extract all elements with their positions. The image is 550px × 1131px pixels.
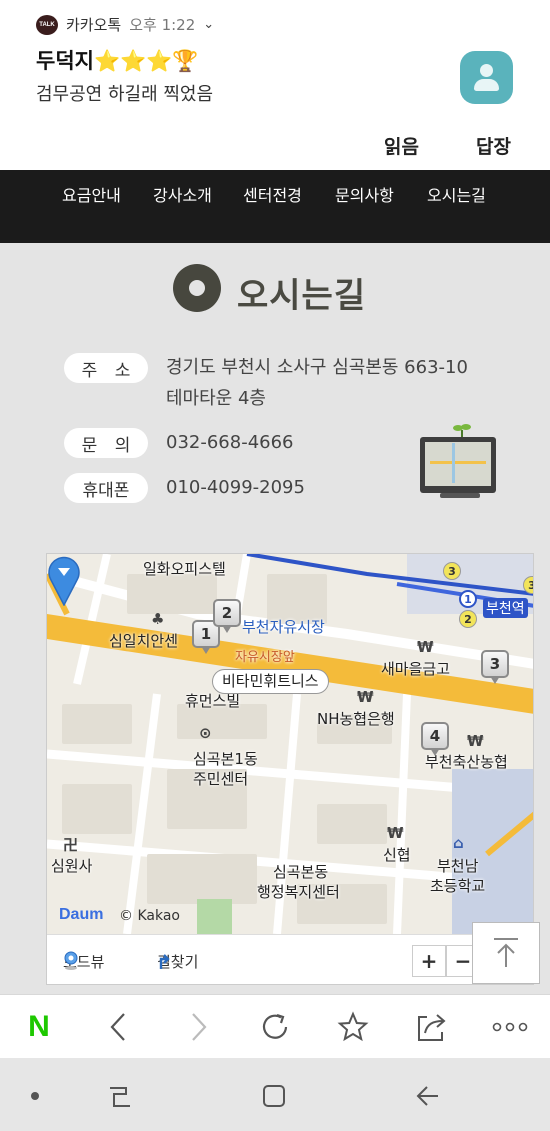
bank-icon: ₩ <box>467 732 484 750</box>
browser-toolbar: N <box>0 994 550 1058</box>
label-station: 부천역 <box>483 598 528 618</box>
back-arrow-icon <box>416 1086 438 1106</box>
map-marker-2[interactable]: 2 <box>213 599 241 633</box>
section-title: 오시는길 <box>237 276 367 316</box>
roadview-icon <box>64 951 78 970</box>
label-admin-1: 심곡본동 <box>273 863 329 881</box>
app-name: 카카오톡 <box>66 16 122 34</box>
roadview-button[interactable]: 로드뷰 <box>63 951 104 972</box>
inquiry-phone[interactable]: 032-668-4666 <box>166 428 294 458</box>
bank-icon: ₩ <box>387 824 404 842</box>
home-button[interactable] <box>254 1078 294 1114</box>
naver-logo: N <box>28 1010 50 1043</box>
arrow-up-icon <box>494 938 518 967</box>
nav-pricing[interactable]: 요금안내 <box>62 182 121 206</box>
bank-icon: ₩ <box>357 688 374 706</box>
dot-icon <box>31 1092 39 1100</box>
kakaotalk-notification[interactable]: TALK 카카오톡 오후 1:22 ⌄ 두덕지⭐⭐⭐🏆 검무공연 하길래 찍었음… <box>0 0 550 170</box>
bank-icon: ₩ <box>417 638 434 656</box>
system-back-button[interactable] <box>408 1078 448 1114</box>
scroll-to-top-button[interactable] <box>472 922 540 984</box>
location-callout[interactable]: 비타민휘트니스 <box>212 669 329 694</box>
label-nh-bank: NH농협은행 <box>317 710 395 728</box>
section-circle-icon <box>173 264 221 312</box>
nav-inquiry[interactable]: 문의사항 <box>335 182 394 206</box>
label-admin-2: 행정복지센터 <box>257 883 340 901</box>
bookmark-button[interactable] <box>333 1007 373 1047</box>
nav-dot-button[interactable] <box>15 1078 55 1114</box>
school-icon: ⌂ <box>453 834 464 852</box>
police-icon: ♣ <box>151 610 165 628</box>
notification-title: 두덕지⭐⭐⭐🏆 <box>36 49 199 73</box>
address-line2: 테마타운 4층 <box>166 388 266 409</box>
notification-time: 오후 1:22 <box>129 16 196 34</box>
map-marker-3[interactable]: 3 <box>481 650 509 684</box>
public-office-icon: ⊙ <box>199 724 212 742</box>
recents-button[interactable] <box>100 1078 140 1114</box>
kakaotalk-icon: TALK <box>36 14 58 35</box>
label-dong-center-1: 심곡본1동 <box>193 750 258 768</box>
sender-avatar <box>460 51 513 104</box>
monitor-stand <box>440 493 480 498</box>
reload-icon <box>262 1013 288 1039</box>
subway-exit-icon: 2 <box>459 610 477 628</box>
address-label: 주 소 <box>64 353 148 383</box>
label-shinhyup: 신협 <box>383 846 411 864</box>
subway-line-icon: 1 <box>459 590 477 608</box>
label-dong-center-2: 주민센터 <box>193 770 249 788</box>
label-saemaul: 새마을금고 <box>381 660 451 678</box>
nav-center-view[interactable]: 센터전경 <box>243 182 302 206</box>
share-icon <box>418 1014 446 1041</box>
naver-home-button[interactable]: N <box>19 1007 59 1047</box>
chevron-right-icon <box>192 1013 207 1041</box>
home-icon <box>263 1085 285 1107</box>
directions-button[interactable]: 길찾기 <box>157 951 198 972</box>
map-marker-4[interactable]: 4 <box>421 722 449 756</box>
label-temple: 심원사 <box>51 857 93 875</box>
mark-read-button[interactable]: 읽음 <box>384 132 419 159</box>
map-toolbar: 로드뷰 길찾기 + − <box>47 934 533 984</box>
mobile-label: 휴대폰 <box>64 473 148 503</box>
nav-instructors[interactable]: 강사소개 <box>153 182 212 206</box>
expand-chevron-icon[interactable]: ⌄ <box>203 17 214 32</box>
more-menu-button[interactable] <box>490 1007 530 1047</box>
directions-icon <box>159 954 170 969</box>
subway-exit-icon: 3 <box>443 562 461 580</box>
map-monitor-illustration <box>420 437 496 493</box>
inquiry-label: 문 의 <box>64 428 148 458</box>
reload-button[interactable] <box>255 1007 295 1047</box>
star-icon <box>337 1011 369 1042</box>
address-line1: 경기도 부천시 소사구 심곡본동 663-10 <box>166 357 468 378</box>
label-school-2: 초등학교 <box>430 877 486 895</box>
kakao-copyright: © Kakao <box>119 908 180 924</box>
zoom-in-button[interactable]: + <box>412 945 446 977</box>
label-school-1: 부천남 <box>437 857 479 875</box>
kakao-map[interactable]: 일화오피스텔 부천자유시장 자유시장앞 심일치안센 새마을금고 휴먼스빌 NH농… <box>46 553 534 985</box>
label-market-front: 자유시장앞 <box>235 650 295 665</box>
subway-exit-icon: 3 <box>523 576 533 594</box>
chevron-left-icon <box>110 1013 125 1041</box>
notification-header: TALK 카카오톡 오후 1:22 ⌄ <box>36 14 214 35</box>
nav-directions[interactable]: 오시는길 <box>427 182 486 206</box>
label-market: 부천자유시장 <box>242 618 325 636</box>
back-button[interactable] <box>98 1007 138 1047</box>
mobile-phone[interactable]: 010-4099-2095 <box>166 473 305 503</box>
daum-logo: Daum <box>59 906 104 923</box>
forward-button[interactable] <box>179 1007 219 1047</box>
notification-message: 검무공연 하길래 찍었음 <box>36 84 214 105</box>
more-dots-icon <box>492 1022 528 1032</box>
reply-button[interactable]: 답장 <box>476 132 511 159</box>
system-navigation-bar <box>0 1058 550 1131</box>
location-pin-icon[interactable] <box>47 554 81 606</box>
label-shin-il: 심일치안센 <box>109 632 179 650</box>
site-navigation: 요금안내 강사소개 센터전경 문의사항 오시는길 <box>0 170 550 243</box>
recents-icon <box>110 1087 130 1107</box>
share-button[interactable] <box>412 1007 452 1047</box>
temple-icon: 卍 <box>63 836 79 854</box>
label-office: 일화오피스텔 <box>143 560 226 578</box>
